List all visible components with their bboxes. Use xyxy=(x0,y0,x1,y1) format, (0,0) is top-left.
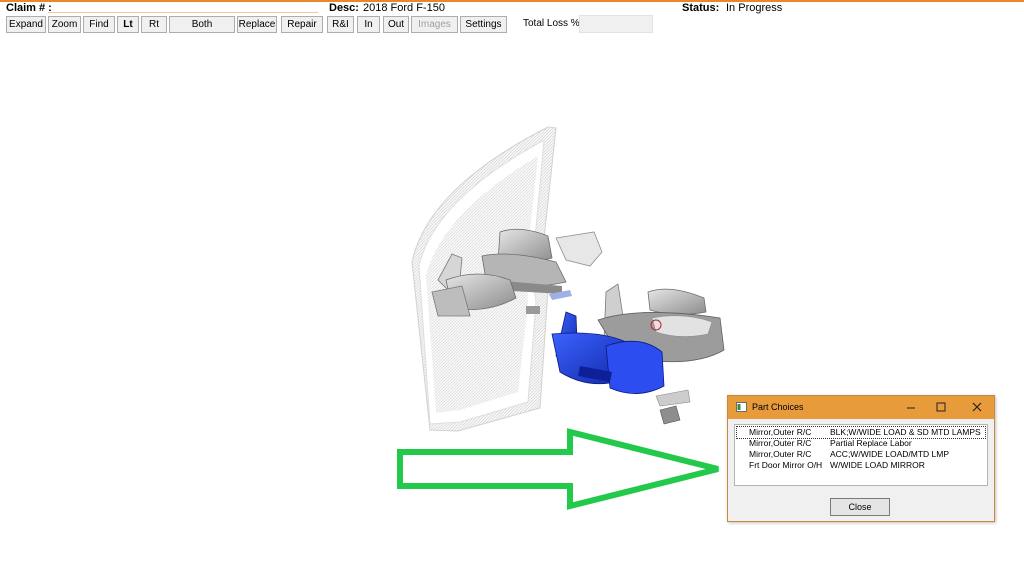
part-description: Partial Replace Labor xyxy=(830,438,912,448)
expand-button[interactable]: Expand xyxy=(6,16,46,33)
part-name: Mirror,Outer R/C xyxy=(749,438,812,448)
status-value: In Progress xyxy=(726,2,783,14)
dialog-title: Part Choices xyxy=(752,402,804,412)
part-description: BLK;W/WIDE LOAD & SD MTD LAMPS xyxy=(830,427,981,437)
minimize-icon[interactable] xyxy=(901,399,921,416)
top-accent-line xyxy=(0,0,1024,2)
settings-button[interactable]: Settings xyxy=(460,16,507,33)
right-side-button[interactable]: Rt xyxy=(141,16,167,33)
repair-button[interactable]: Repair xyxy=(281,16,323,33)
total-loss-field[interactable] xyxy=(579,15,653,33)
both-sides-button[interactable]: Both xyxy=(169,16,235,33)
remove-install-button[interactable]: R&I xyxy=(327,16,354,33)
part-choices-list[interactable]: Mirror,Outer R/C BLK;W/WIDE LOAD & SD MT… xyxy=(734,424,988,486)
find-button[interactable]: Find xyxy=(83,16,115,33)
images-button[interactable]: Images xyxy=(411,16,458,33)
close-icon[interactable] xyxy=(967,399,987,416)
in-button[interactable]: In xyxy=(357,16,380,33)
description-value: 2018 Ford F-150 xyxy=(363,2,445,14)
part-choices-dialog: Part Choices Mirror,Outer R/C BLK;W/WIDE… xyxy=(727,395,995,522)
part-description: ACC;W/WIDE LOAD/MTD LMP xyxy=(830,449,950,459)
list-item[interactable]: Mirror,Outer R/C Partial Replace Labor xyxy=(737,438,985,449)
part-name: Mirror,Outer R/C xyxy=(749,449,812,459)
part-name: Frt Door Mirror O/H xyxy=(749,460,823,470)
part-description: W/WIDE LOAD MIRROR xyxy=(830,460,925,470)
app-window-icon xyxy=(736,402,747,412)
claim-number-label: Claim # : xyxy=(6,2,52,14)
list-item[interactable]: Mirror,Outer R/C ACC;W/WIDE LOAD/MTD LMP xyxy=(737,449,985,460)
list-item[interactable]: Mirror,Outer R/C BLK;W/WIDE LOAD & SD MT… xyxy=(736,426,986,439)
claim-number-underline xyxy=(48,12,318,13)
status-label: Status: xyxy=(682,2,720,14)
green-pointer-arrow xyxy=(397,428,719,510)
zoom-button[interactable]: Zoom xyxy=(48,16,81,33)
list-item[interactable]: Frt Door Mirror O/H W/WIDE LOAD MIRROR xyxy=(737,460,985,471)
close-button[interactable]: Close xyxy=(830,498,890,516)
replace-button[interactable]: Replace xyxy=(237,16,277,33)
out-button[interactable]: Out xyxy=(383,16,409,33)
left-side-button[interactable]: Lt xyxy=(117,16,139,33)
part-name: Mirror,Outer R/C xyxy=(749,427,812,437)
description-label: Desc: xyxy=(329,2,359,14)
mirror-bracket-part[interactable] xyxy=(655,389,691,425)
maximize-icon[interactable] xyxy=(931,399,951,416)
dialog-titlebar[interactable]: Part Choices xyxy=(728,396,994,419)
